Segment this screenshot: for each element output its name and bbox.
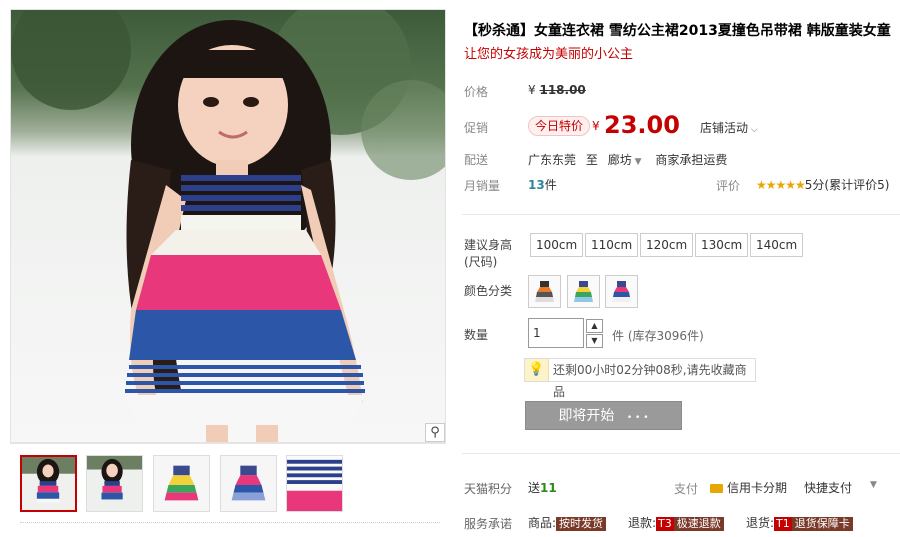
- original-price-value: 118.00: [539, 83, 586, 97]
- shipping-info: 广东东莞 至 廊坊 ▼ 商家承担运费: [528, 151, 727, 168]
- dress-swatch-blue-icon: [612, 281, 631, 302]
- service-refund-prefix: 退款:: [628, 516, 657, 530]
- promo-currency: ¥: [592, 119, 600, 133]
- credit-installment-link[interactable]: 信用卡分期: [710, 479, 787, 496]
- points-give-word: 送: [528, 481, 541, 495]
- product-page: ⚲ 【秒杀通】女童连衣裙 雪纺公主裙2013夏撞色吊带裙 韩版童装女童 让您的女…: [0, 0, 900, 537]
- quantity-decrease-icon[interactable]: ▼: [586, 334, 603, 348]
- quantity-increase-icon[interactable]: ▲: [586, 319, 603, 333]
- fast-refund-tag[interactable]: 极速退款: [673, 517, 724, 531]
- points-value: 11: [540, 481, 557, 495]
- credit-card-icon: [710, 484, 723, 493]
- payment-label: 支付: [674, 482, 699, 496]
- today-special-badge: 今日特价: [528, 116, 591, 136]
- quick-pay-dropdown[interactable]: 快捷支付: [804, 479, 852, 496]
- thumbnail-5[interactable]: [286, 455, 343, 512]
- original-currency: ¥: [528, 83, 536, 97]
- product-subtitle: 让您的女孩成为美丽的小公主: [464, 47, 634, 62]
- section-divider-1: [462, 214, 900, 215]
- original-price: ¥ 118.00: [528, 83, 586, 97]
- rating-text: 5分(累计评价5): [804, 178, 890, 192]
- refund-code-tag: T3: [656, 517, 674, 531]
- service-label: 服务承诺: [464, 517, 513, 531]
- monthly-sales-unit: 件: [544, 178, 557, 192]
- size-option-130[interactable]: 130cm: [695, 233, 749, 257]
- thumbnail-dress-green-icon: [154, 456, 209, 511]
- chevron-down-icon: ⌵: [748, 125, 758, 135]
- service-goods-prefix: 商品:: [528, 516, 557, 530]
- thumbnail-2[interactable]: [86, 455, 143, 512]
- thumbnail-dress-blue-icon: [221, 456, 276, 511]
- coming-soon-button[interactable]: 即将开始 • • •: [525, 401, 682, 430]
- coming-soon-label: 即将开始: [558, 408, 615, 424]
- zoom-magnifier-icon[interactable]: ⚲: [425, 423, 445, 442]
- color-option-2[interactable]: [567, 275, 600, 308]
- thumbnail-3[interactable]: [153, 455, 210, 512]
- store-activity-label: 店铺活动: [700, 121, 749, 135]
- size-label: 建议身高(尺码): [464, 238, 513, 269]
- color-option-3[interactable]: [605, 275, 638, 308]
- quantity-input[interactable]: 1: [528, 318, 584, 348]
- monthly-sales-value: 13: [528, 178, 545, 192]
- monthly-sales-label: 月销量: [464, 179, 501, 193]
- color-option-1[interactable]: [528, 275, 561, 308]
- quantity-label: 数量: [464, 328, 489, 342]
- monthly-sales: 13件: [528, 176, 557, 193]
- rating-summary[interactable]: ★★★★★5分(累计评价5): [756, 176, 889, 193]
- stock-info: 件 (库存3096件): [612, 327, 704, 344]
- section-divider-2: [462, 453, 900, 454]
- payment-expand-caret-icon[interactable]: ▼: [870, 480, 877, 490]
- countdown-tip: 💡 还剩00小时02分钟08秒,请先收藏商品: [524, 358, 756, 399]
- caret-down-icon: ▼: [631, 157, 642, 167]
- product-title: 【秒杀通】女童连衣裙 雪纺公主裙2013夏撞色吊带裙 韩版童装女童: [464, 23, 891, 39]
- ship-to-location[interactable]: 廊坊 ▼: [608, 153, 642, 167]
- color-label: 颜色分类: [464, 284, 513, 298]
- ellipsis-dots-icon: • • •: [626, 413, 649, 423]
- ship-from: 广东东莞: [528, 153, 577, 167]
- shipping-note: 商家承担运费: [655, 153, 728, 167]
- tmall-points: 送11: [528, 479, 557, 496]
- girl-in-striped-dress-photo: [11, 10, 445, 442]
- size-option-110[interactable]: 110cm: [585, 233, 639, 257]
- credit-installment-text: 信用卡分期: [727, 481, 788, 495]
- size-option-120[interactable]: 120cm: [640, 233, 694, 257]
- service-goods: 商品: 按时发货: [528, 514, 607, 531]
- stock-text: (库存3096件): [627, 329, 704, 343]
- lightbulb-icon: 💡: [525, 359, 549, 381]
- rating-stars-icon: ★★★★★: [756, 178, 806, 192]
- thumbnail-girl-photo-2-icon: [87, 456, 142, 511]
- ontime-delivery-tag[interactable]: 按时发货: [556, 517, 607, 531]
- size-option-100[interactable]: 100cm: [530, 233, 584, 257]
- service-return-prefix: 退货:: [746, 516, 775, 530]
- thumbnail-4[interactable]: [220, 455, 277, 512]
- main-product-image[interactable]: [10, 9, 446, 443]
- tmall-points-label: 天猫积分: [464, 482, 513, 496]
- promo-price: 23.00: [604, 111, 680, 139]
- price-label: 价格: [464, 85, 489, 99]
- return-code-tag: T1: [774, 517, 792, 531]
- ship-to-text: 廊坊: [607, 153, 632, 167]
- promo-label: 促销: [464, 121, 489, 135]
- shipping-label: 配送: [464, 153, 489, 167]
- rating-label: 评价: [716, 179, 741, 193]
- thumbnail-girl-photo-icon: [22, 457, 75, 510]
- gallery-bottom-divider: [20, 522, 440, 523]
- quick-pay-text: 快捷支付: [804, 481, 853, 495]
- store-activity-dropdown[interactable]: 店铺活动 ⌵: [700, 119, 758, 136]
- thumbnail-1[interactable]: [20, 455, 77, 512]
- countdown-text: 还剩00小时02分钟08秒,请先收藏商品: [553, 363, 747, 399]
- thumbnail-dress-detail-icon: [287, 456, 342, 511]
- return-guarantee-tag[interactable]: 退货保障卡: [791, 517, 853, 531]
- thumbnail-strip: [20, 455, 360, 513]
- ship-to-word: 至: [585, 153, 598, 167]
- service-refund: 退款: T3 极速退款: [628, 514, 724, 531]
- service-return: 退货: T1 退货保障卡: [746, 514, 853, 531]
- dress-swatch-green-icon: [574, 281, 593, 302]
- dress-swatch-dark-icon: [535, 281, 554, 302]
- gallery-divider: [10, 443, 446, 444]
- quantity-unit: 件: [612, 329, 625, 343]
- size-option-140[interactable]: 140cm: [750, 233, 804, 257]
